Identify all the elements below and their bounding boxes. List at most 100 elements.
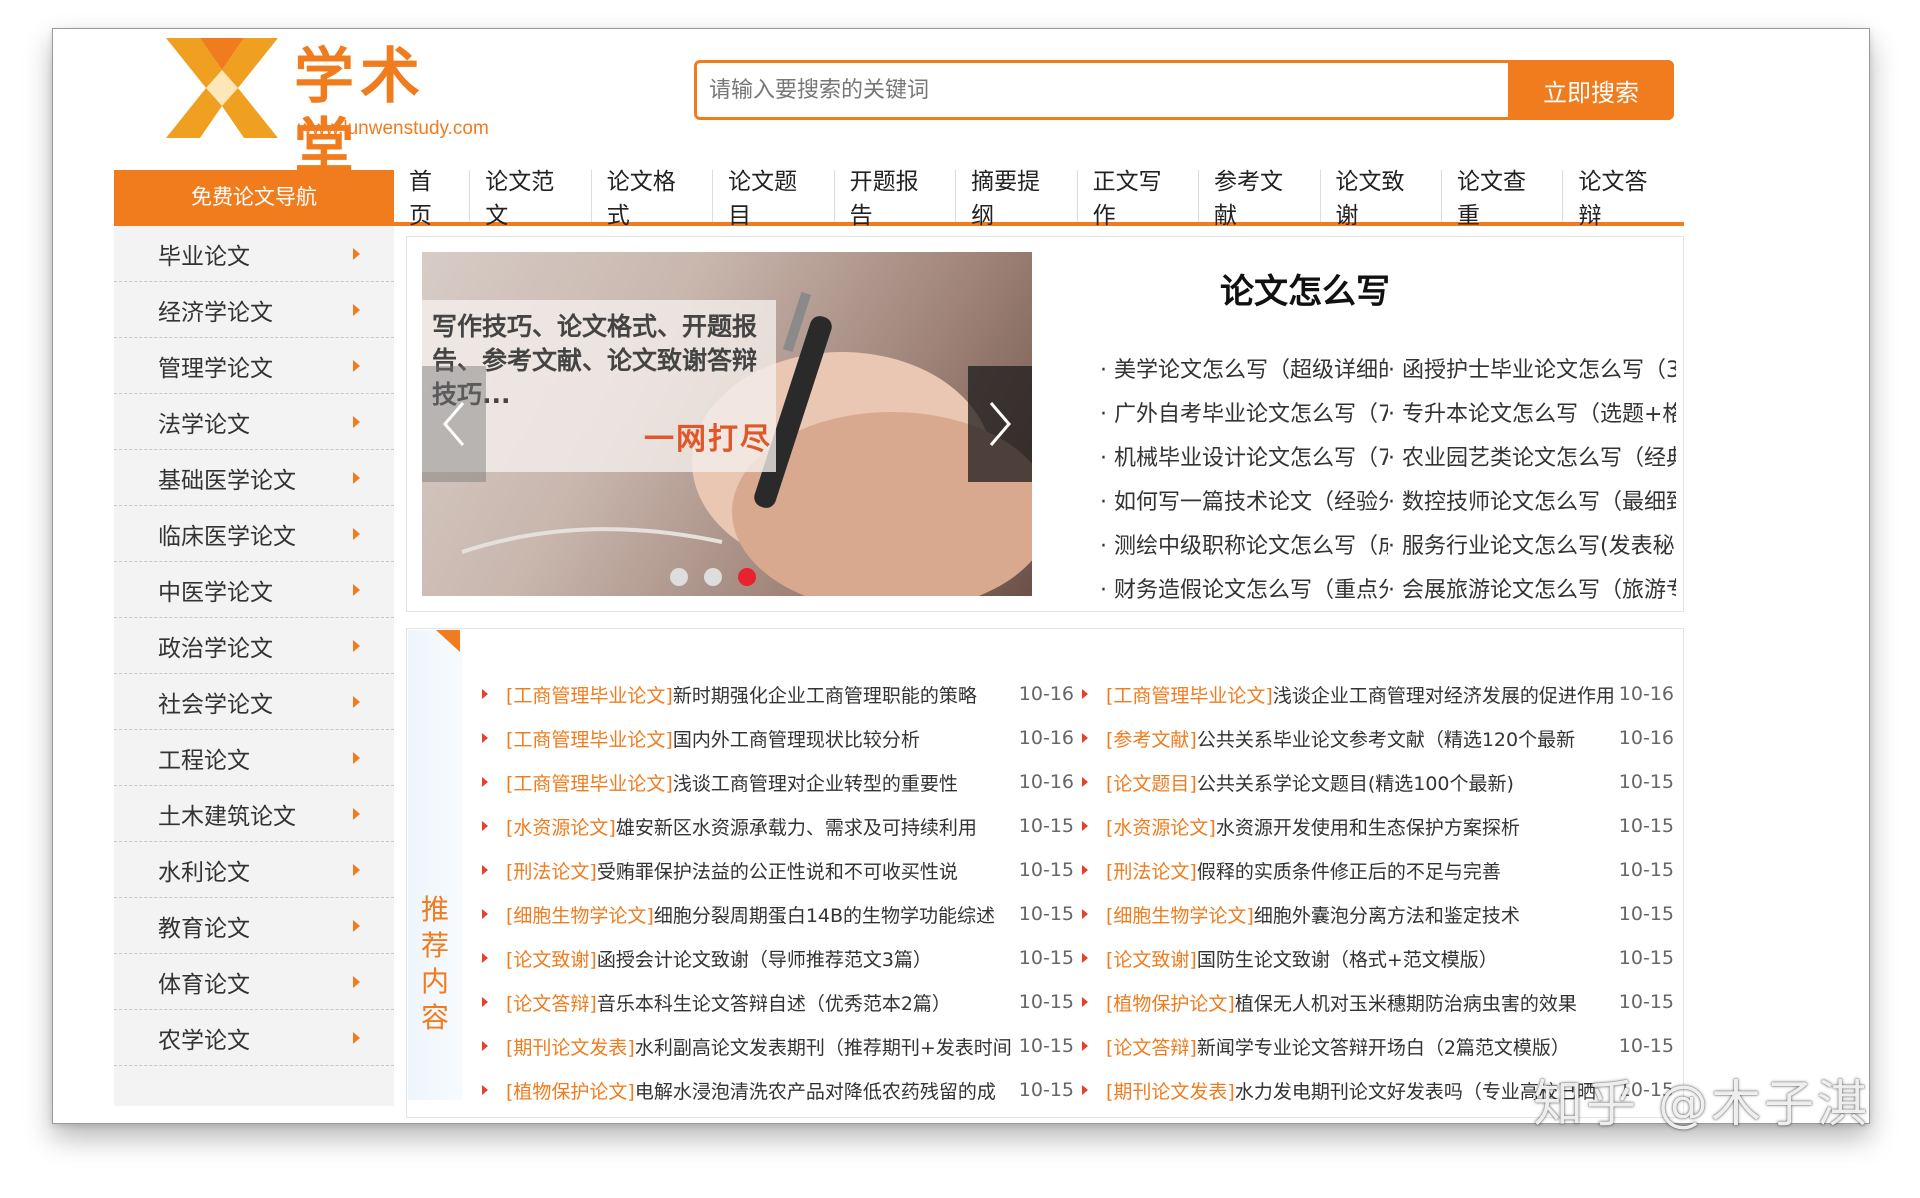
- howto-link[interactable]: · 函授护士毕业论文怎么写（3: [1388, 352, 1676, 384]
- recommended-category[interactable]: [期刊论文发表]: [506, 1033, 635, 1060]
- recommended-title[interactable]: 音乐本科生论文答辩自述（优秀范本2篇）: [597, 989, 1014, 1016]
- recommended-title[interactable]: 公共关系学论文题目(精选100个最新): [1197, 769, 1614, 796]
- recommended-item[interactable]: [植物保护论文] 电解水浸泡清洗农产品对降低农药残留的成 10-15: [482, 1077, 1082, 1104]
- recommended-title[interactable]: 浅谈企业工商管理对经济发展的促进作用: [1273, 681, 1614, 708]
- sidebar-item[interactable]: 土木建筑论文: [114, 786, 394, 842]
- recommended-item[interactable]: [细胞生物学论文] 细胞分裂周期蛋白14B的生物学功能综述 10-15: [482, 901, 1082, 928]
- recommended-item[interactable]: [水资源论文] 水资源开发使用和生态保护方案探析 10-15: [1082, 813, 1682, 840]
- nav-link[interactable]: 论文题目: [713, 169, 835, 229]
- recommended-title[interactable]: 电解水浸泡清洗农产品对降低农药残留的成: [635, 1077, 1014, 1104]
- recommended-category[interactable]: [论文致谢]: [1106, 945, 1197, 972]
- recommended-category[interactable]: [水资源论文]: [506, 813, 616, 840]
- recommended-item[interactable]: [植物保护论文] 植保无人机对玉米穗期防治病虫害的效果 10-15: [1082, 989, 1682, 1016]
- site-logo[interactable]: 学术堂 www.lunwenstudy.com: [166, 38, 489, 182]
- nav-link[interactable]: 论文查重: [1442, 169, 1564, 229]
- recommended-category[interactable]: [细胞生物学论文]: [506, 901, 654, 928]
- recommended-item[interactable]: [论文答辩] 音乐本科生论文答辩自述（优秀范本2篇） 10-15: [482, 989, 1082, 1016]
- sidebar-item[interactable]: 中医学论文: [114, 562, 394, 618]
- recommended-category[interactable]: [植物保护论文]: [1106, 989, 1235, 1016]
- recommended-item[interactable]: [论文答辩] 新闻学专业论文答辩开场白（2篇范文模版） 10-15: [1082, 1033, 1682, 1060]
- sidebar-item[interactable]: 教育论文: [114, 898, 394, 954]
- recommended-title[interactable]: 国防生论文致谢（格式+范文模版）: [1197, 945, 1614, 972]
- recommended-category[interactable]: [植物保护论文]: [506, 1077, 635, 1104]
- recommended-title[interactable]: 雄安新区水资源承载力、需求及可持续利用: [616, 813, 1014, 840]
- recommended-title[interactable]: 假释的实质条件修正后的不足与完善: [1197, 857, 1614, 884]
- recommended-item[interactable]: [期刊论文发表] 水利副高论文发表期刊（推荐期刊+发表时间 10-15: [482, 1033, 1082, 1060]
- recommended-title[interactable]: 细胞分裂周期蛋白14B的生物学功能综述: [654, 901, 1014, 928]
- recommended-item[interactable]: [工商管理毕业论文] 浅谈企业工商管理对经济发展的促进作用 10-16: [1082, 681, 1682, 708]
- nav-link[interactable]: 论文致谢: [1321, 169, 1442, 229]
- recommended-title[interactable]: 受贿罪保护法益的公正性说和不可收买性说: [597, 857, 1014, 884]
- recommended-category[interactable]: [工商管理毕业论文]: [506, 681, 673, 708]
- carousel-dot[interactable]: [704, 568, 722, 586]
- sidebar-item[interactable]: 法学论文: [114, 394, 394, 450]
- nav-link[interactable]: 参考文献: [1199, 169, 1321, 229]
- howto-link[interactable]: · 会展旅游论文怎么写（旅游专: [1388, 572, 1676, 604]
- recommended-category[interactable]: [论文答辩]: [506, 989, 597, 1016]
- recommended-category[interactable]: [论文题目]: [1106, 769, 1197, 796]
- sidebar-item[interactable]: 水利论文: [114, 842, 394, 898]
- recommended-item[interactable]: [工商管理毕业论文] 新时期强化企业工商管理职能的策略 10-16: [482, 681, 1082, 708]
- howto-link[interactable]: · 专升本论文怎么写（选题+格: [1388, 396, 1676, 428]
- howto-link[interactable]: · 服务行业论文怎么写(发表秘: [1388, 528, 1676, 560]
- sidebar-item[interactable]: 体育论文: [114, 954, 394, 1010]
- nav-link[interactable]: 正文写作: [1078, 169, 1200, 229]
- recommended-title[interactable]: 水资源开发使用和生态保护方案探析: [1216, 813, 1614, 840]
- howto-link[interactable]: · 财务造假论文怎么写（重点分: [1100, 572, 1388, 604]
- nav-link[interactable]: 开题报告: [835, 169, 957, 229]
- howto-link[interactable]: · 数控技师论文怎么写（最细致: [1388, 484, 1676, 516]
- sidebar-item[interactable]: 社会学论文: [114, 674, 394, 730]
- recommended-item[interactable]: [工商管理毕业论文] 国内外工商管理现状比较分析 10-16: [482, 725, 1082, 752]
- sidebar-item[interactable]: 临床医学论文: [114, 506, 394, 562]
- nav-link[interactable]: 论文范文: [470, 169, 592, 229]
- search-input[interactable]: [697, 63, 1531, 117]
- recommended-item[interactable]: [论文致谢] 国防生论文致谢（格式+范文模版） 10-15: [1082, 945, 1682, 972]
- howto-link[interactable]: · 农业园艺类论文怎么写（经典: [1388, 440, 1676, 472]
- recommended-item[interactable]: [论文致谢] 函授会计论文致谢（导师推荐范文3篇） 10-15: [482, 945, 1082, 972]
- recommended-item[interactable]: [刑法论文] 受贿罪保护法益的公正性说和不可收买性说 10-15: [482, 857, 1082, 884]
- sidebar-item[interactable]: 管理学论文: [114, 338, 394, 394]
- nav-link[interactable]: 摘要提纲: [956, 169, 1078, 229]
- recommended-title[interactable]: 函授会计论文致谢（导师推荐范文3篇）: [597, 945, 1014, 972]
- howto-link[interactable]: · 美学论文怎么写（超级详细的: [1100, 352, 1388, 384]
- search-button[interactable]: 立即搜索: [1508, 60, 1674, 120]
- recommended-title[interactable]: 新闻学专业论文答辩开场白（2篇范文模版）: [1197, 1033, 1614, 1060]
- recommended-category[interactable]: [水资源论文]: [1106, 813, 1216, 840]
- recommended-category[interactable]: [工商管理毕业论文]: [506, 769, 673, 796]
- recommended-item[interactable]: [水资源论文] 雄安新区水资源承载力、需求及可持续利用 10-15: [482, 813, 1082, 840]
- recommended-item[interactable]: [参考文献] 公共关系毕业论文参考文献（精选120个最新 10-16: [1082, 725, 1682, 752]
- nav-category-button[interactable]: 免费论文导航: [114, 170, 394, 222]
- sidebar-item[interactable]: 工程论文: [114, 730, 394, 786]
- recommended-title[interactable]: 水利副高论文发表期刊（推荐期刊+发表时间: [635, 1033, 1014, 1060]
- recommended-title[interactable]: 新时期强化企业工商管理职能的策略: [673, 681, 1014, 708]
- carousel-prev-button[interactable]: [422, 366, 486, 482]
- sidebar-item[interactable]: 经济学论文: [114, 282, 394, 338]
- recommended-item[interactable]: [工商管理毕业论文] 浅谈工商管理对企业转型的重要性 10-16: [482, 769, 1082, 796]
- howto-link[interactable]: · 如何写一篇技术论文（经验分: [1100, 484, 1388, 516]
- recommended-category[interactable]: [细胞生物学论文]: [1106, 901, 1254, 928]
- recommended-category[interactable]: [论文致谢]: [506, 945, 597, 972]
- nav-link[interactable]: 论文格式: [592, 169, 714, 229]
- carousel-dot-active[interactable]: [738, 568, 756, 586]
- sidebar-item[interactable]: 政治学论文: [114, 618, 394, 674]
- carousel-next-button[interactable]: [968, 366, 1032, 482]
- recommended-category[interactable]: [工商管理毕业论文]: [506, 725, 673, 752]
- howto-link[interactable]: · 机械毕业设计论文怎么写（7: [1100, 440, 1388, 472]
- recommended-category[interactable]: [工商管理毕业论文]: [1106, 681, 1273, 708]
- howto-link[interactable]: · 测绘中级职称论文怎么写（成: [1100, 528, 1388, 560]
- recommended-item[interactable]: [细胞生物学论文] 细胞外囊泡分离方法和鉴定技术 10-15: [1082, 901, 1682, 928]
- recommended-category[interactable]: [参考文献]: [1106, 725, 1197, 752]
- recommended-category[interactable]: [刑法论文]: [506, 857, 597, 884]
- sidebar-item[interactable]: 毕业论文: [114, 226, 394, 282]
- recommended-category[interactable]: [刑法论文]: [1106, 857, 1197, 884]
- recommended-category[interactable]: [期刊论文发表]: [1106, 1077, 1235, 1104]
- recommended-title[interactable]: 细胞外囊泡分离方法和鉴定技术: [1254, 901, 1614, 928]
- recommended-title[interactable]: 浅谈工商管理对企业转型的重要性: [673, 769, 1014, 796]
- nav-link-home[interactable]: 首页: [394, 169, 471, 229]
- image-carousel[interactable]: 写作技巧、论文格式、开题报告、参考文献、论文致谢答辩技巧... 一网打尽: [422, 252, 1032, 596]
- carousel-dot[interactable]: [670, 568, 688, 586]
- howto-link[interactable]: · 广外自考毕业论文怎么写（7: [1100, 396, 1388, 428]
- sidebar-item[interactable]: 农学论文: [114, 1010, 394, 1066]
- recommended-item[interactable]: [刑法论文] 假释的实质条件修正后的不足与完善 10-15: [1082, 857, 1682, 884]
- recommended-category[interactable]: [论文答辩]: [1106, 1033, 1197, 1060]
